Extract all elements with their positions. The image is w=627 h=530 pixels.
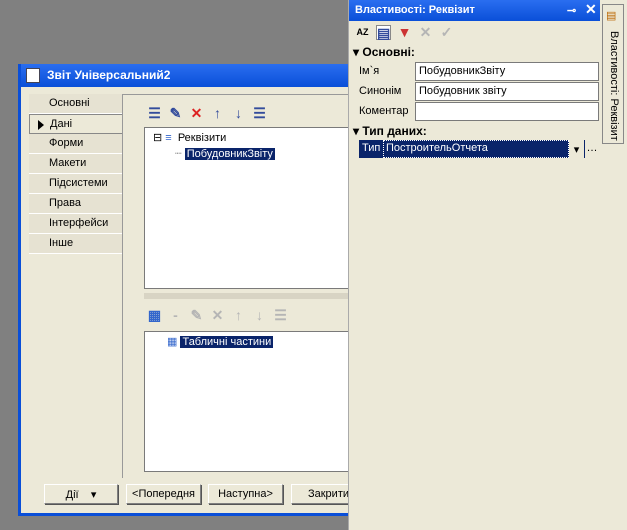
tree-node-attributes[interactable]: ⊟ ≡ Реквізити bbox=[153, 131, 226, 144]
name-field[interactable]: ПобудовникЗвіту bbox=[415, 62, 599, 81]
attributes-toolbar: ☰ ✎ ✕ ↑ ↓ ☰ bbox=[147, 103, 267, 123]
tab-other[interactable]: Інше bbox=[29, 234, 123, 254]
move-up-icon[interactable]: ↑ bbox=[210, 105, 225, 121]
tab-data[interactable]: Дані bbox=[29, 114, 123, 134]
filter-icon[interactable]: ▼ bbox=[397, 24, 412, 40]
tab-layouts[interactable]: Макети bbox=[29, 154, 123, 174]
section-main[interactable]: Основні: bbox=[353, 45, 415, 59]
properties-title: Властивості: Реквізит bbox=[355, 4, 475, 16]
dropdown-icon: ▾ bbox=[90, 489, 97, 501]
tree-line-icon: ┈ bbox=[175, 148, 185, 160]
tables-tree: ▦ Табличні частини bbox=[144, 331, 364, 472]
ellipsis-button[interactable]: … bbox=[585, 140, 599, 158]
splitter[interactable] bbox=[144, 293, 364, 299]
report-icon bbox=[26, 68, 40, 83]
edit-icon: ✎ bbox=[190, 306, 203, 323]
synonym-row: Синонім Побудовник звіту bbox=[357, 82, 599, 101]
sort-icon: ☰ bbox=[274, 306, 287, 323]
move-down-icon: ↓ bbox=[256, 306, 263, 323]
tab-subsystems[interactable]: Підсистеми bbox=[29, 174, 123, 194]
button-label: Дії bbox=[65, 489, 79, 501]
synonym-label: Синонім bbox=[359, 85, 402, 97]
tree-node-label: Табличні частини bbox=[179, 335, 275, 349]
properties-panel: Властивості: Реквізит ⊸ ✕ AZ ▤ ▼ ✕ ✓ Осн… bbox=[348, 0, 601, 530]
synonym-field[interactable]: Побудовник звіту bbox=[415, 82, 599, 101]
cancel-icon: ✕ bbox=[419, 23, 432, 40]
tab-main[interactable]: Основні bbox=[29, 94, 123, 114]
add-table-icon[interactable]: ▦ bbox=[147, 307, 162, 323]
dialog-title: Звіт Універсальний2 bbox=[47, 68, 171, 82]
side-tab-label: Властивості: Реквізит bbox=[608, 31, 620, 141]
edit-icon[interactable]: ✎ bbox=[168, 105, 183, 121]
sort-category-icon[interactable]: ▤ bbox=[376, 24, 391, 40]
move-up-icon: ↑ bbox=[235, 306, 242, 323]
move-down-icon[interactable]: ↓ bbox=[231, 105, 246, 121]
type-field[interactable]: ПостроительОтчета bbox=[383, 140, 569, 158]
data-panel: ☰ ✎ ✕ ↑ ↓ ☰ ⊟ ≡ Реквізити ┈ ПобудовникЗв… bbox=[122, 94, 364, 478]
delete-icon: ✕ bbox=[211, 306, 224, 323]
collapse-icon[interactable]: ⊟ bbox=[153, 132, 162, 144]
tab-rights[interactable]: Права bbox=[29, 194, 123, 214]
comment-row: Коментар bbox=[357, 102, 599, 121]
tree-node-tabular-sections[interactable]: ▦ Табличні частини bbox=[167, 335, 275, 349]
next-button[interactable]: Наступна> bbox=[208, 484, 283, 504]
dialog-title-bar[interactable]: Звіт Універсальний2 bbox=[21, 64, 355, 87]
tree-node-report-builder[interactable]: ┈ ПобудовникЗвіту bbox=[175, 147, 276, 161]
sort-alpha-icon[interactable]: AZ bbox=[355, 25, 370, 40]
tab-list: Основні Дані Форми Макети Підсистеми Пра… bbox=[29, 94, 123, 254]
prev-button[interactable]: <Попередня bbox=[126, 484, 201, 504]
pin-icon[interactable]: ⊸ bbox=[567, 4, 576, 17]
report-dialog: Звіт Універсальний2 Основні Дані Форми М… bbox=[18, 64, 366, 516]
tab-forms[interactable]: Форми bbox=[29, 134, 123, 154]
properties-side-tab[interactable]: ▤ Властивості: Реквізит bbox=[602, 4, 624, 144]
type-row: Тип ПостроительОтчета ▾ … bbox=[359, 140, 599, 158]
delete-icon[interactable]: ✕ bbox=[189, 105, 204, 121]
section-data-type[interactable]: Тип даних: bbox=[353, 124, 426, 138]
tree-node-label: Реквізити bbox=[177, 132, 227, 144]
side-dock: ▤ Властивості: Реквізит bbox=[600, 0, 627, 530]
name-label: Ім`я bbox=[359, 65, 380, 77]
name-row: Ім`я ПобудовникЗвіту bbox=[357, 62, 599, 81]
tab-interfaces[interactable]: Інтерфейси bbox=[29, 214, 123, 234]
properties-title-bar: Властивості: Реквізит ⊸ ✕ bbox=[349, 0, 601, 21]
type-label: Тип bbox=[362, 142, 381, 154]
properties-toolbar: AZ ▤ ▼ ✕ ✓ bbox=[355, 22, 454, 42]
attributes-icon: ≡ bbox=[165, 132, 172, 144]
comment-label: Коментар bbox=[359, 105, 409, 117]
comment-field[interactable] bbox=[415, 102, 599, 121]
properties-icon: ▤ bbox=[606, 10, 617, 22]
attributes-tree: ⊟ ≡ Реквізити ┈ ПобудовникЗвіту bbox=[144, 127, 364, 289]
add-child-icon: - bbox=[173, 306, 178, 323]
add-icon[interactable]: ☰ bbox=[147, 105, 162, 121]
actions-button[interactable]: Дії ▾ bbox=[44, 484, 118, 504]
apply-icon: ✓ bbox=[440, 23, 453, 40]
dropdown-icon[interactable]: ▾ bbox=[569, 140, 584, 158]
table-icon: ▦ bbox=[167, 336, 178, 348]
tables-toolbar: ▦ - ✎ ✕ ↑ ↓ ☰ bbox=[147, 305, 288, 325]
sort-icon[interactable]: ☰ bbox=[252, 105, 267, 121]
close-icon[interactable]: ✕ bbox=[585, 1, 597, 18]
tree-node-label: ПобудовникЗвіту bbox=[183, 147, 276, 161]
